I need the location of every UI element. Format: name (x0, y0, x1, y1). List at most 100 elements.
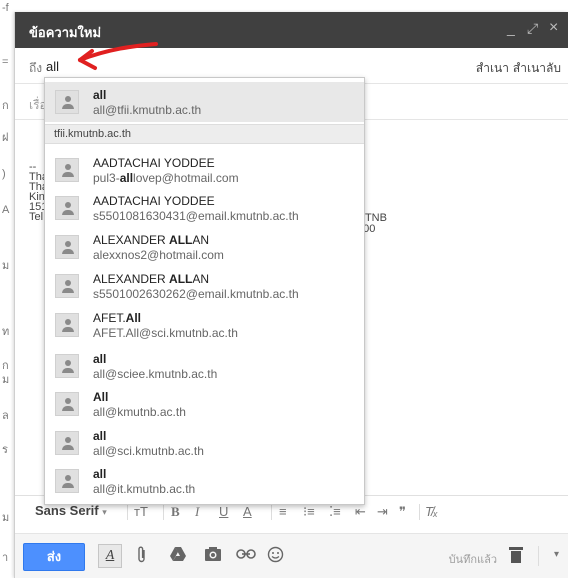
suggestion-email: pul3-alllovep@hotmail.com (93, 171, 239, 185)
trash-can (511, 551, 521, 563)
toolbar-divider (271, 504, 272, 520)
more-options-icon[interactable]: ▾ (554, 549, 559, 560)
suggestion-item[interactable]: ALEXANDER ALLAN s5501002630262@email.kmu… (45, 266, 364, 306)
suggestion-item[interactable]: all all@sciee.kmutnb.ac.th (45, 346, 364, 386)
bold-icon[interactable]: B (171, 504, 180, 520)
avatar-icon (55, 431, 79, 455)
suggestion-item[interactable]: all all@it.kmutnb.ac.th (45, 461, 364, 501)
suggestion-name: all (93, 429, 107, 443)
avatar-shoulders (62, 368, 74, 373)
avatar-icon (55, 196, 79, 220)
suggestion-name: all (93, 467, 107, 481)
suggestion-name: All (93, 390, 109, 404)
font-family-select[interactable]: Sans Serif ▾ (35, 503, 107, 518)
left-strip-char: ฝ (2, 132, 9, 144)
avatar-icon (55, 235, 79, 259)
suggestion-name: AADTACHAI YODDEE (93, 156, 215, 170)
suggestion-name: all (93, 352, 107, 366)
avatar-shoulders (62, 172, 74, 177)
avatar-head (65, 202, 71, 208)
left-strip-char: A (2, 204, 10, 216)
suggestion-name: all (93, 88, 107, 102)
avatar-head (65, 96, 71, 102)
name-suffix: AN (192, 233, 210, 247)
suggestion-item[interactable]: AFET.All AFET.All@sci.kmutnb.ac.th (45, 305, 364, 345)
suggestion-item[interactable]: AADTACHAI YODDEE s5501081630431@email.km… (45, 188, 364, 228)
italic-icon[interactable]: I (195, 504, 199, 520)
trash-icon[interactable] (509, 547, 523, 563)
bcc-link[interactable]: สำเนาลับ (513, 59, 561, 78)
avatar-shoulders (62, 483, 74, 488)
bottom-divider (538, 546, 539, 566)
font-family-label: Sans Serif (35, 503, 99, 518)
suggestion-name: ALEXANDER ALLAN (93, 272, 209, 286)
avatar-icon (55, 354, 79, 378)
suggestion-email: all@tfii.kmutnb.ac.th (93, 103, 202, 117)
cc-link[interactable]: สำเนา (476, 59, 509, 78)
left-strip-char: ) (2, 168, 6, 180)
left-strip-char: ม (2, 260, 10, 272)
left-strip-char: ท (2, 326, 10, 338)
formatting-toggle-icon[interactable]: A (98, 544, 122, 568)
minimize-icon[interactable]: _ (507, 20, 515, 36)
paperclip-icon[interactable] (136, 546, 148, 564)
suggestion-email: all@it.kmutnb.ac.th (93, 482, 196, 496)
group-label: tfii.kmutnb.ac.th (54, 128, 132, 140)
avatar-icon (55, 392, 79, 416)
compose-bottom-bar: ส่ง A บันทึกแล้ว ▾ (15, 533, 568, 578)
suggestion-item[interactable]: All all@kmutnb.ac.th (45, 384, 364, 424)
screenshot-stage: -f = ก ฝ ) A ม ท ก ม ล ร ม า ข้อความใหม่… (0, 0, 568, 578)
bulleted-list-icon[interactable]: ⁚≡ (329, 504, 341, 520)
suggestion-item[interactable]: all all@sci.kmutnb.ac.th (45, 423, 364, 463)
clear-formatting-icon[interactable]: T̸ₓ (425, 504, 438, 519)
left-strip-char: า (2, 552, 9, 564)
camera-icon[interactable] (204, 546, 222, 562)
avatar-head (65, 398, 71, 404)
avatar-icon (55, 90, 79, 114)
link-icon[interactable] (236, 549, 256, 559)
autocomplete-dropdown: all all@tfii.kmutnb.ac.th tfii.kmutnb.ac… (44, 77, 365, 505)
underline-icon[interactable]: U (219, 504, 228, 519)
saved-status: บันทึกแล้ว (448, 554, 497, 566)
suggestion-email: all@sci.kmutnb.ac.th (93, 444, 204, 458)
name-match: ALL (169, 272, 193, 286)
font-size-icon[interactable]: ᴛT (134, 504, 148, 519)
avatar-head (65, 437, 71, 443)
name-prefix: ALEXANDER (93, 233, 170, 247)
indent-more-icon[interactable]: ⇥ (377, 504, 388, 520)
name-match: All (125, 311, 142, 325)
text-color-icon[interactable]: A (243, 504, 252, 519)
name-match: ALL (169, 233, 193, 247)
email-suffix: lovep@hotmail.com (133, 171, 239, 185)
send-button[interactable]: ส่ง (23, 543, 85, 571)
left-strip-char: ม (2, 374, 10, 386)
background-page-strip: -f = ก ฝ ) A ม ท ก ม ล ร ม า (0, 0, 14, 578)
left-strip-char: ม (2, 512, 10, 524)
avatar-head (65, 319, 71, 325)
to-label: ถึง (29, 61, 43, 75)
toolbar-divider (127, 504, 128, 520)
avatar-shoulders (62, 249, 74, 254)
avatar-shoulders (62, 104, 74, 109)
email-match: all (119, 171, 134, 185)
smiley-icon[interactable] (267, 546, 284, 563)
suggestion-item[interactable]: ALEXANDER ALLAN alexxnos2@hotmail.com (45, 227, 364, 267)
quote-icon[interactable]: ❞ (399, 504, 406, 520)
trash-lid (509, 547, 523, 550)
expand-icon[interactable]: ⤢ (527, 20, 538, 37)
numbered-list-icon[interactable]: ⁝≡ (303, 504, 315, 520)
left-strip-char: = (2, 56, 9, 68)
suggestion-name: ALEXANDER ALLAN (93, 233, 209, 247)
align-icon[interactable]: ≡ (279, 504, 287, 519)
suggestion-email: all@kmutnb.ac.th (93, 405, 186, 419)
group-header: tfii.kmutnb.ac.th (45, 124, 364, 144)
drive-icon[interactable] (169, 546, 187, 562)
name-prefix: AFET. (93, 311, 126, 325)
suggestion-item[interactable]: all all@tfii.kmutnb.ac.th (45, 82, 364, 122)
suggestion-email: s5501081630431@email.kmutnb.ac.th (93, 209, 299, 223)
indent-less-icon[interactable]: ⇤ (355, 504, 366, 520)
name-suffix: AN (192, 272, 210, 286)
avatar-shoulders (62, 406, 74, 411)
close-icon[interactable]: × (549, 19, 558, 37)
suggestion-item[interactable]: AADTACHAI YODDEE pul3-alllovep@hotmail.c… (45, 150, 364, 190)
